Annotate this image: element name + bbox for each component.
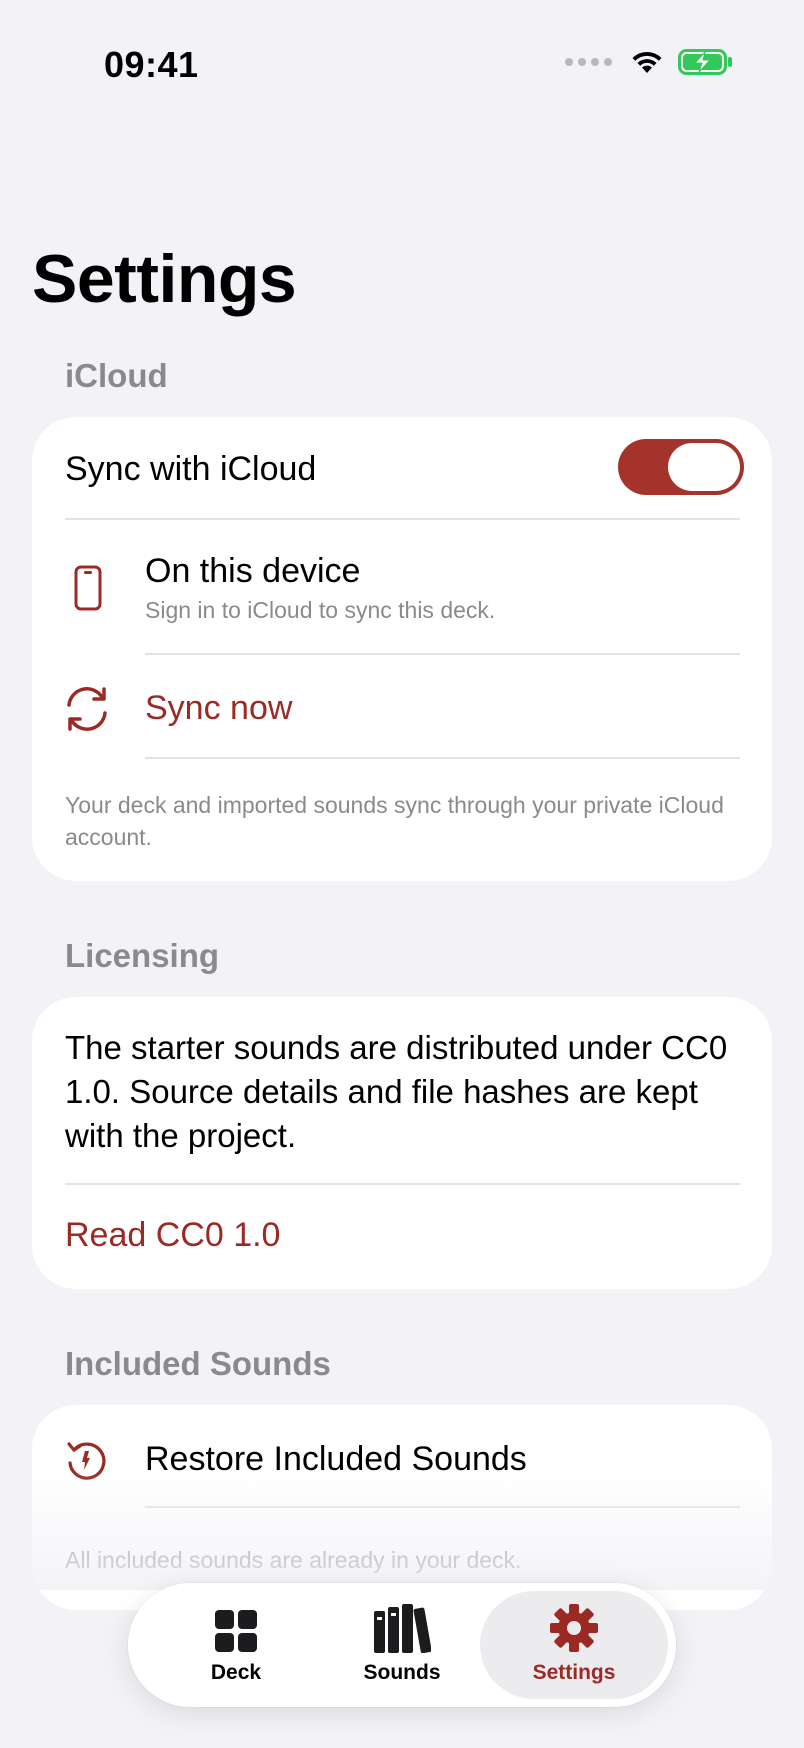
status-indicators	[565, 48, 734, 76]
battery-charging-icon	[678, 49, 732, 75]
tab-deck-label: Deck	[210, 1661, 262, 1684]
gear-icon	[550, 1604, 598, 1652]
restore-included-sounds-label: Restore Included Sounds	[145, 1440, 527, 1478]
section-header-icloud: iCloud	[65, 357, 168, 394]
licensing-body: The starter sounds are distributed under…	[65, 1029, 728, 1154]
licensing-card: The starter sounds are distributed under…	[32, 997, 772, 1289]
sync-now-label: Sync now	[145, 689, 293, 727]
tab-bar: Deck Sounds Settings	[128, 1583, 676, 1707]
iphone-icon	[74, 565, 102, 611]
status-time: 09:41	[104, 44, 199, 85]
icloud-card: Sync with iCloud On this device Sign in …	[32, 417, 772, 881]
included-sounds-footnote: All included sounds are already in your …	[65, 1547, 522, 1573]
toggle-knob	[668, 443, 740, 491]
sync-with-icloud-toggle[interactable]	[618, 439, 744, 495]
divider	[65, 518, 740, 520]
restore-icon	[67, 1442, 106, 1480]
included-sounds-card: Restore Included Sounds All included sou…	[32, 1405, 772, 1610]
sync-arrows-icon	[67, 687, 107, 731]
read-cc0-link[interactable]: Read CC0 1.0	[65, 1216, 280, 1255]
divider	[65, 1183, 740, 1185]
on-this-device-title: On this device	[145, 552, 361, 590]
divider	[145, 1506, 740, 1508]
section-header-licensing: Licensing	[65, 937, 220, 974]
divider	[145, 757, 740, 759]
grid-icon	[215, 1610, 257, 1652]
settings-screen: 09:41 Settings iCloud Sync with iCloud O…	[0, 0, 804, 1748]
books-icon	[374, 1604, 431, 1653]
tab-settings[interactable]: Settings	[496, 1591, 652, 1699]
tab-sounds-label: Sounds	[363, 1661, 441, 1684]
cellular-signal-icon	[565, 58, 612, 66]
on-this-device-subtitle: Sign in to iCloud to sync this deck.	[145, 597, 496, 623]
tab-sounds[interactable]: Sounds	[324, 1591, 480, 1699]
sync-with-icloud-label: Sync with iCloud	[65, 450, 317, 488]
icloud-footnote: Your deck and imported sounds sync throu…	[65, 792, 724, 850]
tab-deck[interactable]: Deck	[158, 1591, 314, 1699]
divider	[145, 653, 740, 655]
section-header-included-sounds: Included Sounds	[65, 1345, 331, 1382]
page-title: Settings	[32, 241, 297, 317]
wifi-icon	[632, 51, 662, 73]
tab-settings-label: Settings	[532, 1661, 616, 1684]
